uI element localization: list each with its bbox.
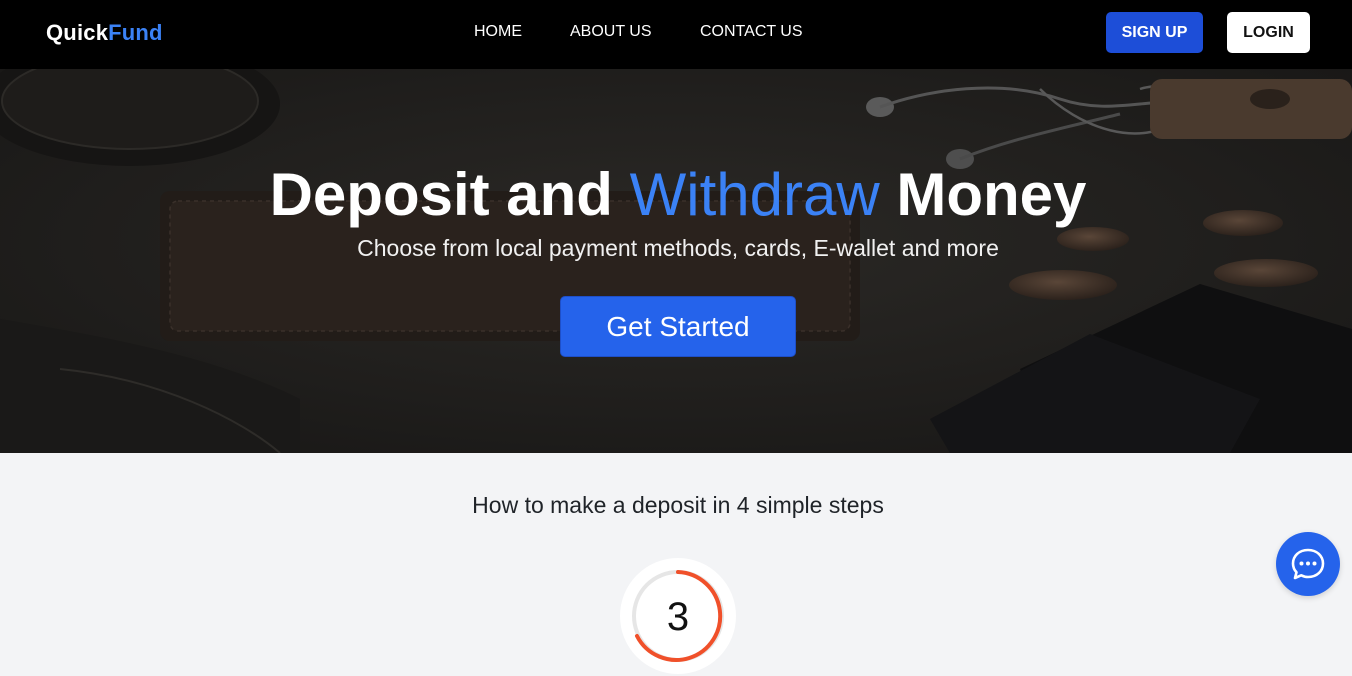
nav-link-about-us[interactable]: ABOUT US [570,23,652,41]
nav-link-contact-us[interactable]: CONTACT US [700,23,803,41]
nav-link-home[interactable]: HOME [474,23,522,41]
chat-support-button[interactable] [1276,532,1340,596]
chat-bubble-icon [1291,548,1325,580]
brand-name-accent: Fund [108,20,163,45]
sign-up-button[interactable]: SIGN UP [1106,12,1203,53]
top-navbar: QuickFund HOME ABOUT US CONTACT US SIGN … [0,0,1352,69]
login-button[interactable]: LOGIN [1227,12,1310,53]
hero-title-accent: Withdraw [629,161,880,228]
hero-background-image [0,69,1352,453]
hero-title-start: Deposit and [269,161,630,228]
hero-title-end: Money [879,161,1087,228]
hero-title: Deposit and Withdraw Money [0,161,1352,229]
get-started-button[interactable]: Get Started [560,296,796,357]
hero-subtitle: Choose from local payment methods, cards… [357,235,999,261]
steps-heading: How to make a deposit in 4 simple steps [472,492,884,518]
brand-name-primary: Quick [46,20,109,45]
current-step-number: 3 [666,595,690,639]
hero-section: Deposit and Withdraw Money Choose from l… [0,69,1352,453]
brand-logo[interactable]: QuickFund [46,20,163,46]
